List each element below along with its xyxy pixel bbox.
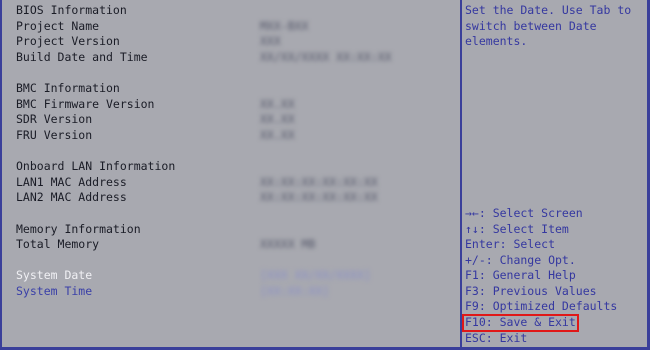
- lan1-mac-label: LAN1 MAC Address: [16, 175, 127, 189]
- hotkey-general-help: F1: General Help: [465, 268, 576, 282]
- project-name-label: Project Name: [16, 19, 100, 33]
- bmc-firmware-label: BMC Firmware Version: [16, 97, 155, 111]
- sdr-version-label: SDR Version: [16, 112, 93, 126]
- fru-version-value: XX.XX: [260, 128, 295, 142]
- hotkey-select-screen: →←: Select Screen: [465, 206, 583, 220]
- system-date-label[interactable]: System Date: [16, 268, 92, 283]
- total-memory-value: XXXXX MB: [260, 237, 316, 251]
- build-date-value: XX/XX/XXXX XX:XX:XX: [260, 50, 392, 64]
- system-time-label[interactable]: System Time: [16, 284, 92, 299]
- bmc-firmware-value: XX.XX: [260, 97, 295, 111]
- lan2-mac-value: XX:XX:XX:XX:XX:XX: [260, 190, 378, 204]
- project-name-value: MXX-BXX: [260, 19, 309, 33]
- system-date-field[interactable]: [XXX XX/XX/XXXX]: [260, 268, 371, 283]
- hotkey-enter-select: Enter: Select: [465, 237, 556, 251]
- hotkey-esc-exit: ESC: Exit: [465, 331, 528, 345]
- fru-version-label: FRU Version: [16, 128, 93, 142]
- system-time-field[interactable]: [XX:XX:XX]: [260, 284, 329, 299]
- project-version-value: XXX: [260, 34, 281, 48]
- hotkey-optimized-defaults: F9: Optimized Defaults: [465, 299, 618, 313]
- help-text: Set the Date. Use Tab to switch between …: [465, 3, 632, 48]
- lan2-mac-label: LAN2 MAC Address: [16, 190, 127, 204]
- bmc-info-heading: BMC Information: [16, 81, 120, 95]
- hotkey-select-item: ↑↓: Select Item: [465, 222, 569, 236]
- lan-info-heading: Onboard LAN Information: [16, 159, 176, 173]
- lan1-mac-value: XX:XX:XX:XX:XX:XX: [260, 175, 378, 189]
- panel-divider: [460, 0, 462, 350]
- build-date-label: Build Date and Time: [16, 50, 148, 64]
- left-frame-border: [0, 0, 2, 350]
- bios-info-heading: BIOS Information: [16, 3, 127, 17]
- total-memory-label: Total Memory: [16, 237, 100, 251]
- sdr-version-value: XX.XX: [260, 112, 295, 126]
- project-version-label: Project Version: [16, 34, 120, 48]
- memory-info-heading: Memory Information: [16, 222, 141, 236]
- hotkey-previous-values: F3: Previous Values: [465, 284, 597, 298]
- hotkey-change-opt: +/-: Change Opt.: [465, 253, 576, 267]
- save-exit-highlight: [462, 314, 579, 332]
